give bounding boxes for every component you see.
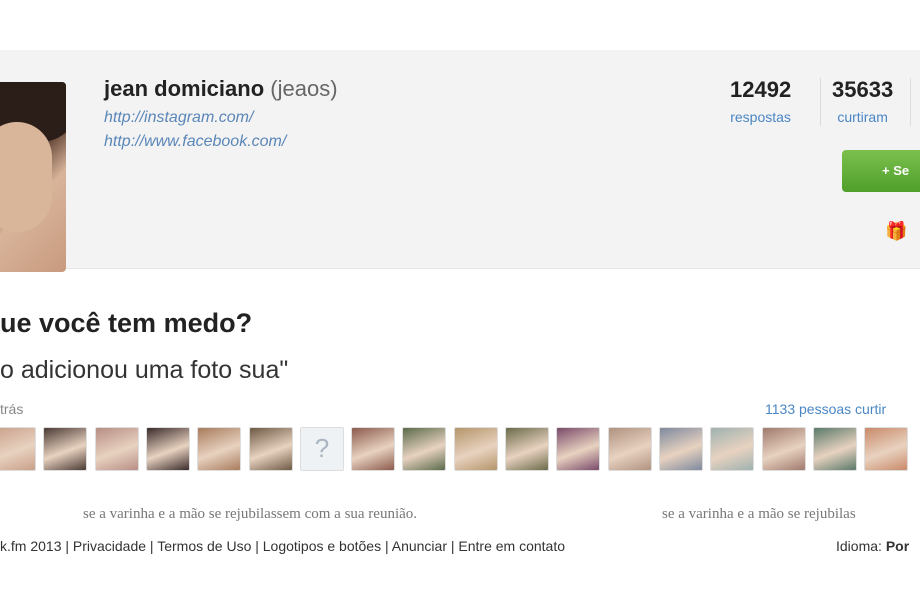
liker-avatar[interactable]: [402, 427, 446, 471]
stat-answers-value: 12492: [730, 77, 792, 102]
liker-avatar[interactable]: [351, 427, 395, 471]
liker-avatar[interactable]: [864, 427, 908, 471]
liker-avatar[interactable]: [146, 427, 190, 471]
liker-avatar[interactable]: [556, 427, 600, 471]
liker-avatar[interactable]: [197, 427, 241, 471]
liker-avatar[interactable]: [608, 427, 652, 471]
liker-avatar[interactable]: [505, 427, 549, 471]
stat-answers[interactable]: 12492 respostas: [730, 77, 791, 125]
gift-icon[interactable]: 🎁: [885, 220, 907, 242]
liker-avatar[interactable]: [95, 427, 139, 471]
liker-avatar[interactable]: [249, 427, 293, 471]
profile-name: jean domiciano (jeaos): [104, 76, 338, 102]
blurred-quote: se a varinha e a mão se rejubilas: [662, 506, 856, 522]
stat-divider: [820, 78, 821, 126]
avatar-face: [0, 122, 52, 232]
footer-links[interactable]: k.fm 2013 | Privacidade | Termos de Uso …: [0, 538, 565, 554]
stat-likes-value: 35633: [832, 77, 894, 102]
top-whitespace: [0, 0, 920, 50]
blurred-quote: se a varinha e a mão se rejubilassem com…: [83, 506, 418, 522]
stat-answers-label[interactable]: respostas: [730, 109, 791, 125]
avatar[interactable]: [0, 82, 66, 272]
profile-display-name: jean domiciano: [104, 76, 265, 101]
stat-likes[interactable]: 35633 curtiram: [832, 77, 893, 125]
profile-link-instagram[interactable]: http://instagram.com/: [104, 109, 253, 127]
likers-thumbnails: ?: [0, 427, 920, 473]
liker-avatar[interactable]: [43, 427, 87, 471]
liker-avatar[interactable]: [454, 427, 498, 471]
liker-avatar[interactable]: ?: [300, 427, 344, 471]
question-text: ue você tem medo?: [0, 308, 253, 338]
likes-count-link[interactable]: 1133 pessoas curtir: [765, 401, 886, 417]
profile-handle: (jeaos): [270, 76, 338, 101]
profile-header: jean domiciano (jeaos) http://instagram.…: [0, 50, 920, 272]
language-value[interactable]: Por: [886, 538, 909, 554]
post-time[interactable]: trás: [0, 401, 23, 417]
language-selector[interactable]: Idioma: Por: [836, 538, 909, 554]
stat-divider: [910, 78, 911, 126]
liker-avatar[interactable]: [659, 427, 703, 471]
answer-text: o adicionou uma foto sua": [0, 356, 289, 384]
liker-avatar[interactable]: [762, 427, 806, 471]
stat-likes-label[interactable]: curtiram: [832, 109, 893, 125]
liker-avatar[interactable]: [710, 427, 754, 471]
language-label: Idioma:: [836, 538, 882, 554]
profile-link-facebook[interactable]: http://www.facebook.com/: [104, 133, 286, 151]
follow-button[interactable]: + Se: [842, 150, 920, 192]
liker-avatar[interactable]: [813, 427, 857, 471]
liker-avatar[interactable]: [0, 427, 36, 471]
